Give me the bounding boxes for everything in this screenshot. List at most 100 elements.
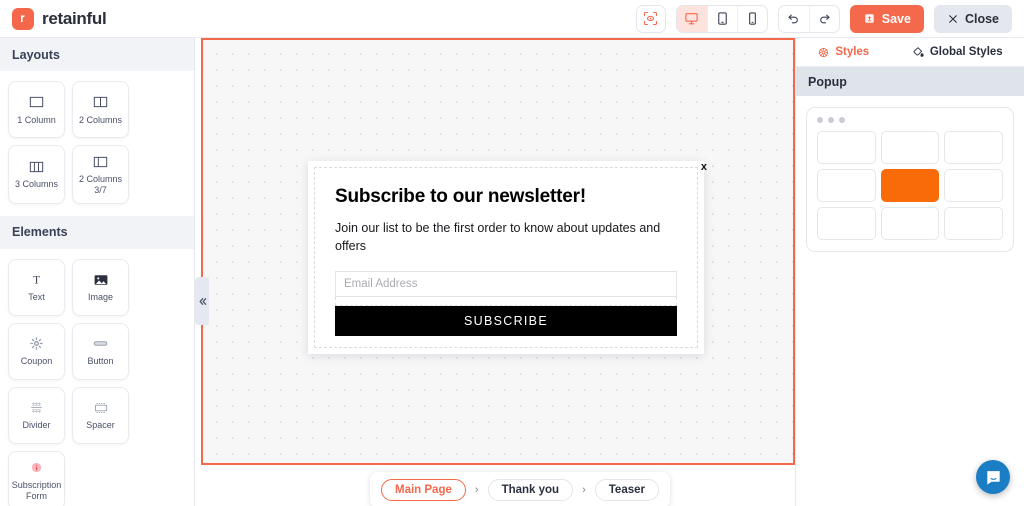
text-icon: T	[29, 271, 44, 288]
retainful-logo-icon	[12, 7, 34, 30]
window-dot	[828, 117, 834, 123]
redo-icon	[819, 14, 830, 24]
element-item-text[interactable]: T Text	[8, 258, 65, 316]
layout-item-3-columns[interactable]: 3 Columns	[8, 145, 65, 204]
button-icon	[92, 335, 109, 352]
element-label: Spacer	[86, 420, 115, 431]
save-label: Save	[881, 11, 911, 26]
page-tabs: Main Page › Thank you › Teaser	[370, 472, 670, 506]
right-panel-tabs: Styles Global Styles	[796, 38, 1024, 67]
element-item-divider[interactable]: Divider	[8, 386, 65, 444]
layout-label: 3 Columns	[14, 179, 59, 190]
left-sidebar: Layouts 1 Column 2 Columns 3 Columns 2 C…	[0, 38, 195, 506]
window-dot	[839, 117, 845, 123]
position-cell-top-left[interactable]	[817, 131, 876, 164]
position-cell-bottom-left[interactable]	[817, 207, 876, 240]
tab-styles-label: Styles	[835, 46, 870, 58]
app-root: retainful Save Close Layouts 1 Column 2 …	[0, 0, 1024, 506]
tablet-icon	[717, 12, 727, 25]
popup-preview[interactable]: x Subscribe to our newsletter! Join our …	[308, 161, 707, 354]
device-toggle-group	[675, 4, 768, 33]
element-label: Text	[28, 292, 45, 303]
preview-frame-icon	[644, 11, 658, 26]
sidebar-section-elements-header: Elements	[0, 215, 194, 249]
page-tab-thank-you[interactable]: Thank you	[487, 479, 574, 501]
popup-title: Subscribe to our newsletter!	[335, 186, 586, 207]
device-desktop-button[interactable]	[676, 5, 707, 32]
preview-button[interactable]	[635, 4, 666, 33]
history-group	[777, 4, 840, 33]
element-label: Button	[87, 356, 114, 367]
popup-email-input[interactable]: Email Address	[335, 271, 677, 298]
three-columns-icon	[28, 158, 45, 175]
layouts-grid: 1 Column 2 Columns 3 Columns 2 Columns 3…	[0, 71, 194, 216]
sidebar-collapse-handle[interactable]	[195, 277, 209, 325]
popup-subscribe-button[interactable]: SUBSCRIBE	[335, 306, 677, 337]
element-label: Subscription Form	[11, 479, 62, 501]
intercom-messenger-button[interactable]	[976, 460, 1010, 494]
element-label: Image	[87, 292, 113, 303]
element-item-spacer[interactable]: Spacer	[72, 386, 129, 444]
element-item-subscription-form[interactable]: Subscription Form	[8, 450, 65, 506]
brand-name: retainful	[42, 8, 107, 28]
position-cell-middle-left[interactable]	[817, 169, 876, 202]
close-button[interactable]: Close	[933, 4, 1012, 33]
paint-drop-icon	[913, 46, 924, 57]
element-label: Divider	[22, 420, 51, 431]
mobile-icon	[748, 12, 756, 25]
undo-icon	[788, 14, 799, 24]
layout-label: 2 Columns 3/7	[78, 174, 123, 195]
device-tablet-button[interactable]	[706, 5, 737, 32]
window-dot	[817, 117, 823, 123]
divider-icon	[29, 399, 44, 416]
undo-button[interactable]	[778, 5, 809, 32]
popup-close-icon[interactable]: x	[701, 162, 707, 173]
position-cell-top-center[interactable]	[880, 131, 940, 164]
layout-item-2-columns[interactable]: 2 Columns	[72, 81, 129, 138]
layout-label: 1 Column	[17, 114, 56, 125]
tab-styles[interactable]: Styles	[817, 46, 869, 59]
elements-grid: T Text Image Coupon Button Divider Space…	[0, 249, 194, 506]
subscription-form-icon	[29, 459, 44, 476]
page-tab-separator: ›	[582, 484, 586, 496]
position-cell-top-right[interactable]	[944, 131, 1003, 164]
position-cell-bottom-right[interactable]	[944, 207, 1003, 240]
one-column-icon	[28, 94, 45, 111]
position-cell-middle-right[interactable]	[944, 169, 1003, 202]
page-tab-separator: ›	[474, 484, 479, 496]
intercom-messenger-icon	[986, 470, 1000, 485]
save-button[interactable]: Save	[849, 4, 924, 33]
element-item-button[interactable]: Button	[72, 322, 129, 380]
popup-subtitle: Join our list to be the first order to k…	[335, 220, 661, 253]
image-icon	[93, 271, 109, 288]
page-tab-main-page[interactable]: Main Page	[381, 479, 466, 501]
tab-global-styles[interactable]: Global Styles	[912, 46, 1003, 59]
close-icon	[949, 14, 957, 23]
canvas-area: x Subscribe to our newsletter! Join our …	[195, 38, 795, 506]
right-panel-section-title: Popup	[796, 67, 1024, 96]
two-columns-icon	[92, 94, 109, 111]
popup-canvas[interactable]: x Subscribe to our newsletter! Join our …	[201, 38, 795, 465]
brand-logo: retainful	[12, 7, 107, 30]
element-item-coupon[interactable]: Coupon	[8, 322, 65, 380]
layout-item-1-column[interactable]: 1 Column	[8, 81, 65, 138]
redo-button[interactable]	[808, 5, 839, 32]
element-item-image[interactable]: Image	[72, 258, 129, 316]
chevron-double-left-icon	[199, 297, 206, 305]
page-tab-teaser[interactable]: Teaser	[594, 479, 659, 501]
svg-text:T: T	[33, 275, 40, 287]
top-toolbar: retainful Save Close	[0, 0, 1024, 38]
sidebar-section-layouts-header: Layouts	[0, 38, 194, 71]
position-grid	[817, 131, 1003, 240]
position-cell-bottom-center[interactable]	[880, 207, 940, 240]
coupon-icon	[29, 335, 44, 352]
layout-item-2-columns-3-7[interactable]: 2 Columns 3/7	[72, 145, 129, 204]
layout-label: 2 Columns	[78, 114, 123, 125]
gear-icon	[819, 47, 829, 57]
device-mobile-button[interactable]	[736, 5, 767, 32]
element-label: Coupon	[20, 356, 53, 367]
toolbar-actions: Save Close	[635, 4, 1012, 33]
save-icon	[865, 14, 874, 23]
position-cell-middle-center[interactable]	[880, 169, 940, 202]
window-dots	[817, 117, 1003, 123]
